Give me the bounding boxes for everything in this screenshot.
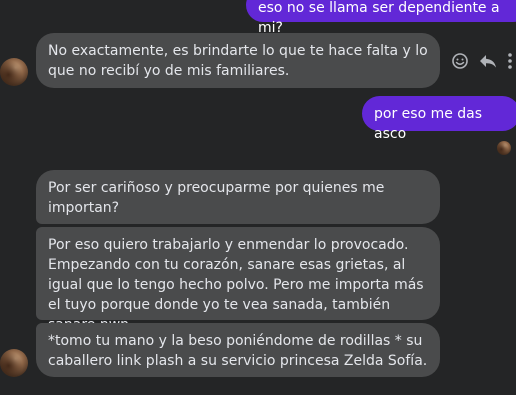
avatar-photo [0, 349, 28, 377]
avatar-photo [497, 141, 511, 155]
emoji-reaction-icon[interactable] [450, 51, 470, 71]
incoming-message[interactable]: No exactamente, es brindarte lo que te h… [36, 33, 440, 88]
contact-avatar[interactable] [0, 349, 28, 377]
message-text: por eso me das asco [374, 106, 483, 142]
incoming-message[interactable]: *tomo tu mano y la beso poniéndome de ro… [36, 323, 440, 377]
outgoing-message[interactable]: eso no se llama ser dependiente a mi? [246, 0, 516, 36]
reply-icon[interactable] [478, 51, 498, 71]
message-text: Por eso quiero trabajarlo y enmendar lo … [48, 237, 424, 333]
message-text: No exactamente, es brindarte lo que te h… [48, 43, 428, 79]
incoming-message[interactable]: Por eso quiero trabajarlo y enmendar lo … [36, 227, 440, 333]
message-text: eso no se llama ser dependiente a mi? [258, 0, 500, 36]
read-receipt-avatar [497, 141, 511, 155]
incoming-message[interactable]: Por ser cariñoso y preocuparme por quien… [36, 170, 440, 224]
more-options-icon[interactable] [504, 51, 516, 71]
contact-avatar[interactable] [0, 58, 28, 86]
outgoing-message[interactable]: por eso me das asco [362, 96, 516, 142]
message-text: Por ser cariñoso y preocuparme por quien… [48, 180, 385, 216]
message-text: *tomo tu mano y la beso poniéndome de ro… [48, 333, 428, 369]
avatar-photo [0, 58, 28, 86]
